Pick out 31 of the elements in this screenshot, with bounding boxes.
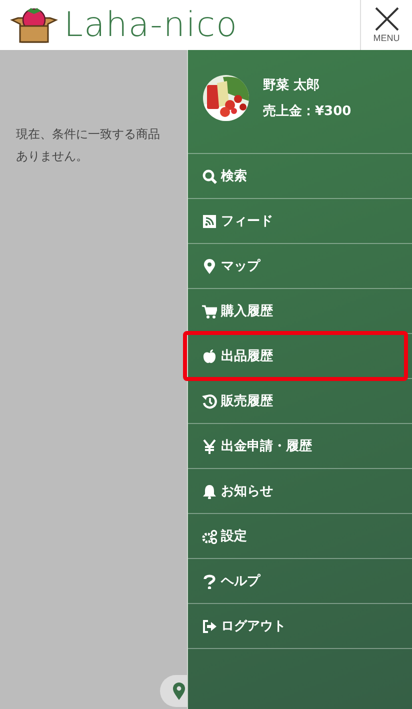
menu-item[interactable]: 販売履歴 <box>188 379 412 423</box>
yen-icon <box>202 438 217 454</box>
logout-icon <box>202 618 217 634</box>
menu-item[interactable]: フィード <box>188 199 412 243</box>
map-pin-icon <box>202 258 217 274</box>
logo-text[interactable]: Laha-nico <box>64 8 238 42</box>
user-name: 野菜 太郎 <box>263 76 321 94</box>
question-icon <box>202 574 217 588</box>
empty-message: 現在、条件に一致する商品 <box>16 126 161 143</box>
menu-item[interactable]: 設定 <box>188 514 412 558</box>
search-icon <box>202 168 217 184</box>
menu-item[interactable]: お知らせ <box>188 469 412 513</box>
tomato-basket-icon <box>10 6 58 44</box>
menu-item[interactable]: 出金申請・履歴 <box>188 424 412 468</box>
menu-item[interactable]: 購入履歴 <box>188 289 412 333</box>
map-pin-icon <box>172 682 186 700</box>
history-icon <box>202 394 217 408</box>
rss-icon <box>202 214 217 228</box>
menu-item[interactable]: 出品履歴 <box>188 334 412 378</box>
menu-item[interactable]: ヘルプ <box>188 559 412 603</box>
empty-message: ありません。 <box>16 148 89 165</box>
menu-item[interactable]: 検索 <box>188 154 412 198</box>
close-icon <box>374 7 398 31</box>
bell-icon <box>202 484 217 498</box>
cart-icon <box>202 304 217 318</box>
map-button[interactable] <box>160 675 187 707</box>
menu-item[interactable]: マップ <box>188 244 412 288</box>
gears-icon <box>202 528 217 544</box>
menu-item[interactable]: ログアウト <box>188 604 412 648</box>
sales-amount: 売上金：¥300 <box>263 102 352 120</box>
apple-icon <box>202 348 217 364</box>
